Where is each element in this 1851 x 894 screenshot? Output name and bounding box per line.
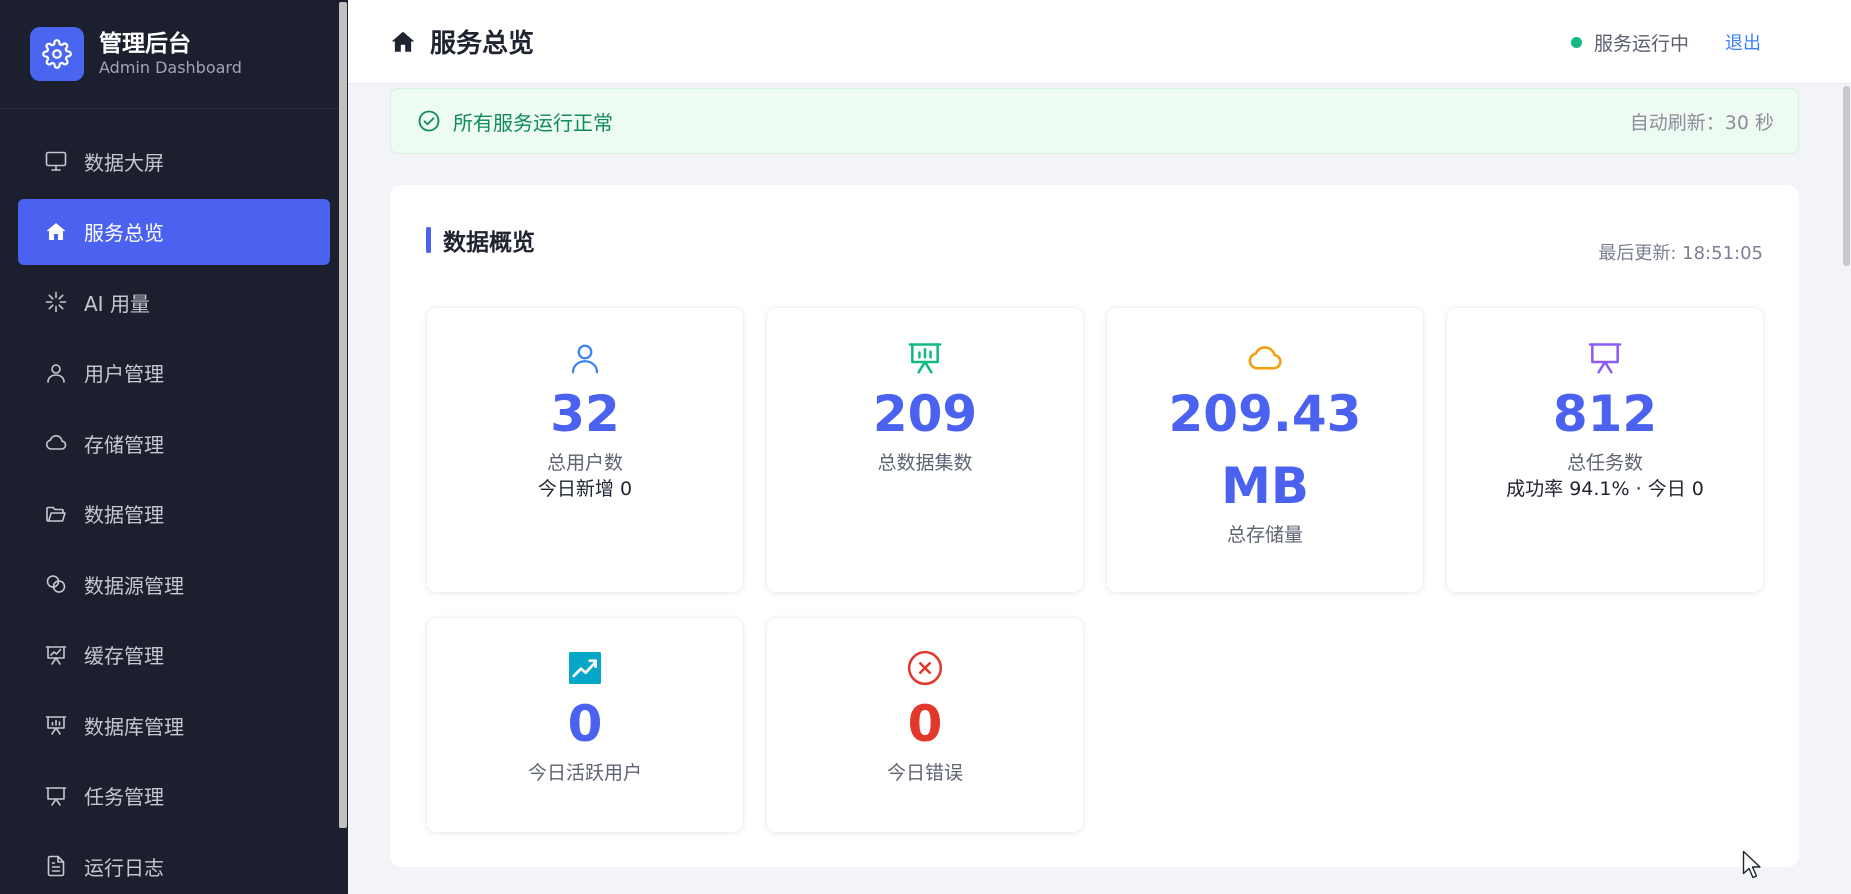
brand-subtitle: Admin Dashboard — [99, 58, 242, 77]
sidebar-item-run-logs[interactable]: 运行日志 — [18, 833, 330, 894]
cloud-icon — [1107, 338, 1423, 378]
presentation-icon — [42, 782, 70, 810]
sidebar-scrollbar[interactable] — [339, 2, 347, 828]
sidebar-menu: 数据大屏 服务总览 AI 用量 用户管理 存储管理 数据管理 数据源管理 缓存管… — [0, 109, 348, 894]
service-status-alert: 所有服务运行正常 自动刷新：30 秒 — [390, 88, 1799, 154]
stat-subtext: 今日新增 0 — [537, 478, 633, 500]
last-updated: 最后更新: 18:51:05 — [1598, 243, 1763, 264]
title-accent-bar — [426, 227, 431, 253]
home-icon — [390, 29, 416, 55]
stat-card-errors-today: 0 今日错误 — [766, 617, 1084, 833]
auto-refresh-text: 自动刷新：30 秒 — [1629, 111, 1774, 134]
sidebar-item-database-management[interactable]: 数据库管理 — [18, 692, 330, 758]
presentation-chart-icon — [42, 641, 70, 669]
home-icon — [42, 218, 70, 246]
stat-label: 今日活跃用户 — [527, 762, 642, 784]
stat-value: 209 — [872, 385, 978, 443]
sidebar-item-label: 任务管理 — [84, 785, 164, 809]
gear-icon — [30, 27, 84, 81]
sidebar-item-label: 服务总览 — [84, 221, 164, 245]
stat-value: 209.43 — [1168, 385, 1362, 443]
sidebar-item-user-management[interactable]: 用户管理 — [18, 340, 330, 406]
cloud-icon — [42, 429, 70, 457]
sparkle-icon — [42, 288, 70, 316]
sidebar: 管理后台 Admin Dashboard 数据大屏 服务总览 AI 用量 用户管… — [0, 0, 348, 894]
stat-label: 今日错误 — [886, 762, 963, 784]
sidebar-item-task-management[interactable]: 任务管理 — [18, 763, 330, 829]
check-circle-icon — [417, 109, 441, 133]
stat-label: 总用户数 — [546, 452, 623, 474]
brand-title: 管理后台 — [99, 31, 191, 57]
stat-label: 总数据集数 — [877, 452, 973, 474]
stat-card-total-datasets: 209 总数据集数 — [766, 307, 1084, 593]
stat-card-total-users: 32 总用户数 今日新增 0 — [426, 307, 744, 593]
stat-subtext: 成功率 94.1% · 今日 0 — [1506, 478, 1704, 500]
sidebar-item-cache-management[interactable]: 缓存管理 — [18, 622, 330, 688]
sidebar-item-data-screen[interactable]: 数据大屏 — [18, 128, 330, 194]
presentation-icon — [1447, 338, 1763, 378]
folder-icon — [42, 500, 70, 528]
trend-chart-icon — [427, 648, 743, 688]
section-title: 数据概览 — [426, 223, 535, 257]
sidebar-item-label: AI 用量 — [84, 291, 150, 316]
stat-card-total-storage: 209.43 MB 总存储量 — [1106, 307, 1424, 593]
stat-value: 812 — [1552, 385, 1658, 443]
page-title: 服务总览 — [390, 23, 534, 60]
presentation-chart-icon — [767, 338, 1083, 378]
stat-card-active-users-today: 0 今日活跃用户 — [426, 617, 744, 833]
monitor-icon — [42, 147, 70, 175]
sidebar-item-label: 数据大屏 — [84, 150, 164, 175]
brand: 管理后台 Admin Dashboard — [0, 0, 348, 109]
sidebar-item-label: 数据源管理 — [84, 573, 184, 598]
sidebar-item-label: 缓存管理 — [84, 644, 164, 668]
top-header: 服务总览 服务运行中 退出 — [348, 0, 1851, 84]
section-title-text: 数据概览 — [443, 230, 535, 256]
logout-link[interactable]: 退出 — [1725, 29, 1761, 55]
stat-unit: MB — [1221, 457, 1309, 515]
alert-message: 所有服务运行正常 — [453, 110, 613, 135]
sidebar-item-data-management[interactable]: 数据管理 — [18, 481, 330, 547]
stat-label: 总任务数 — [1566, 452, 1643, 474]
link-icon — [42, 570, 70, 598]
page-title-text: 服务总览 — [430, 29, 535, 59]
main-scrollbar[interactable] — [1843, 86, 1850, 266]
header-status-area: 服务运行中 退出 — [1570, 0, 1761, 84]
presentation-bars-icon — [42, 711, 70, 739]
mouse-cursor-icon — [1742, 850, 1764, 884]
stat-label: 总存储量 — [1226, 524, 1303, 546]
user-icon — [42, 359, 70, 387]
stat-card-total-tasks: 812 总任务数 成功率 94.1% · 今日 0 — [1446, 307, 1764, 593]
error-circle-icon — [767, 648, 1083, 688]
sidebar-item-storage-management[interactable]: 存储管理 — [18, 410, 330, 476]
user-icon — [427, 338, 743, 378]
stat-value: 32 — [550, 385, 620, 443]
sidebar-item-label: 用户管理 — [84, 362, 164, 386]
service-status-text: 服务运行中 — [1593, 32, 1689, 55]
stat-value: 0 — [907, 695, 943, 753]
data-overview-panel: 数据概览 最后更新: 18:51:05 32 总用户数 今日新增 0 209 总… — [390, 185, 1799, 867]
status-indicator-dot — [1570, 36, 1582, 48]
sidebar-item-label: 数据管理 — [84, 503, 164, 527]
sidebar-item-label: 数据库管理 — [84, 714, 184, 739]
document-icon — [42, 852, 70, 880]
sidebar-item-label: 存储管理 — [84, 432, 164, 457]
stat-value: 0 — [567, 695, 603, 753]
sidebar-item-datasource-management[interactable]: 数据源管理 — [18, 551, 330, 617]
sidebar-item-service-overview[interactable]: 服务总览 — [18, 198, 330, 265]
sidebar-item-ai-usage[interactable]: AI 用量 — [18, 269, 330, 335]
sidebar-item-label: 运行日志 — [84, 855, 164, 880]
